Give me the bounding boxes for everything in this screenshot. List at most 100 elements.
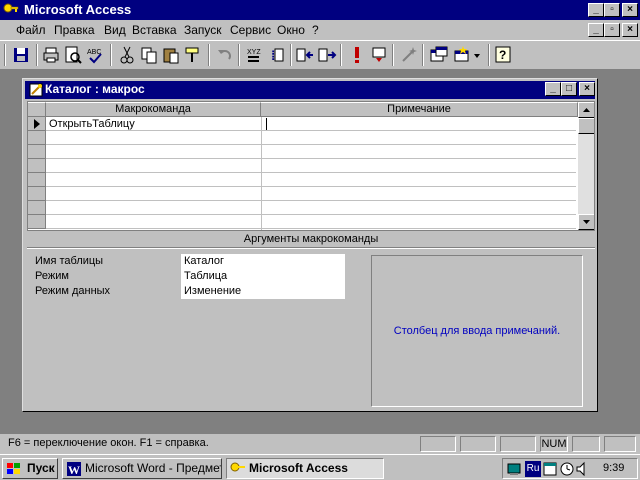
toolbar-separator [208, 44, 210, 66]
toolbar-grip [4, 44, 6, 66]
toolbar-separator [290, 44, 292, 66]
restore-button[interactable]: ▫ [604, 3, 620, 17]
close-button[interactable]: × [622, 3, 638, 17]
help-button[interactable]: ? [492, 44, 514, 66]
row-selector[interactable] [28, 173, 46, 187]
hint-panel: Столбец для ввода примечаний. [371, 255, 583, 407]
minimize-button[interactable]: _ [588, 3, 604, 17]
table-row[interactable] [46, 173, 576, 187]
clock[interactable]: 9:39 [603, 462, 624, 474]
status-bar: F6 = переключение окон. F1 = справка. NU… [0, 434, 640, 454]
scroll-up-button[interactable] [578, 102, 594, 118]
paste-button[interactable] [160, 44, 182, 66]
column-header-action[interactable]: Макрокоманда [46, 102, 261, 117]
action-cell[interactable]: ОткрытьТаблицу [49, 118, 135, 130]
network-icon[interactable] [507, 461, 523, 477]
arg-view-field[interactable]: Таблица [181, 269, 345, 284]
format-painter-icon [185, 47, 199, 62]
table-row[interactable] [46, 145, 576, 159]
row-selector-current[interactable] [28, 117, 46, 131]
menu-insert[interactable]: Вставка [132, 23, 177, 37]
column-header-note[interactable]: Примечание [261, 102, 578, 117]
database-window-button[interactable] [428, 44, 450, 66]
new-object-button[interactable] [452, 44, 482, 66]
single-step-button[interactable] [368, 44, 390, 66]
save-button[interactable] [10, 44, 32, 66]
status-panel [500, 436, 536, 452]
access-key-icon[interactable] [3, 2, 19, 18]
task-access-label: Microsoft Access [249, 461, 348, 475]
macro-grid[interactable]: Макрокоманда Примечание ОткрытьТаблицу [27, 101, 595, 231]
spelling-icon: ABC [87, 49, 102, 64]
menu-tools[interactable]: Сервис [230, 23, 271, 37]
svg-text:?: ? [499, 48, 506, 62]
insert-row-button[interactable] [294, 44, 316, 66]
macro-names-icon: XYZ [247, 49, 261, 62]
row-selector[interactable] [28, 201, 46, 215]
delete-row-button[interactable] [316, 44, 338, 66]
menu-view[interactable]: Вид [104, 23, 126, 37]
macro-names-button[interactable]: XYZ [243, 44, 265, 66]
save-icon [14, 48, 28, 62]
start-button[interactable]: Пуск [2, 458, 58, 479]
table-row[interactable]: ОткрытьТаблицу [46, 117, 576, 131]
table-row[interactable] [46, 215, 576, 229]
macro-minimize-button[interactable]: _ [545, 82, 561, 96]
print-button[interactable] [40, 44, 62, 66]
row-selector[interactable] [28, 145, 46, 159]
language-indicator[interactable]: Ru [525, 461, 541, 477]
speaker-icon[interactable] [575, 461, 591, 477]
task-access[interactable]: Microsoft Access [226, 458, 384, 479]
arrow-down-icon [583, 220, 590, 224]
macro-close-button[interactable]: × [579, 82, 595, 96]
menu-window[interactable]: Окно [277, 23, 305, 37]
text-cursor [266, 118, 267, 130]
copy-button[interactable] [138, 44, 160, 66]
table-row[interactable] [46, 131, 576, 145]
cut-icon [120, 46, 134, 64]
scheduler-icon[interactable] [543, 461, 559, 477]
macro-window: Каталог : макрос _ □ × Макрокоманда Прим… [22, 78, 598, 412]
clock-app-icon[interactable] [559, 461, 575, 477]
spelling-button[interactable]: ABC [84, 44, 106, 66]
grid-corner [28, 102, 46, 117]
arg-data-mode-field[interactable]: Изменение [181, 284, 345, 299]
print-preview-button[interactable] [62, 44, 84, 66]
current-row-arrow-icon [34, 119, 40, 129]
scroll-thumb[interactable] [578, 118, 594, 134]
svg-text:XYZ: XYZ [247, 49, 261, 56]
paste-icon [163, 48, 179, 64]
macro-window-title-bar[interactable]: Каталог : макрос _ □ × [25, 81, 595, 99]
toolbar-separator [422, 44, 424, 66]
menu-help[interactable]: ? [312, 23, 319, 37]
conditions-button[interactable]: ⁞ [266, 44, 288, 66]
table-row[interactable] [46, 159, 576, 173]
format-painter-button[interactable] [182, 44, 204, 66]
mdi-close-button[interactable]: × [622, 23, 638, 37]
svg-text:W: W [68, 463, 80, 477]
run-button[interactable] [346, 44, 368, 66]
note-cell[interactable] [264, 118, 544, 130]
build-button[interactable] [398, 44, 420, 66]
undo-icon [218, 50, 231, 60]
row-selector[interactable] [28, 159, 46, 173]
arguments-header: Аргументы макрокоманды [243, 233, 379, 245]
macro-maximize-button[interactable]: □ [561, 82, 577, 96]
task-word[interactable]: W Microsoft Word - Предмет... [62, 458, 222, 479]
arg-table-name-field[interactable]: Каталог [181, 254, 345, 269]
menu-file[interactable]: Файл [16, 23, 46, 37]
cut-button[interactable] [116, 44, 138, 66]
mdi-minimize-button[interactable]: _ [588, 23, 604, 37]
table-row[interactable] [46, 187, 576, 201]
mdi-restore-button[interactable]: ▫ [604, 23, 620, 37]
menu-edit[interactable]: Правка [54, 23, 95, 37]
menu-run[interactable]: Запуск [184, 23, 222, 37]
row-selector[interactable] [28, 215, 46, 229]
app-title-bar[interactable]: Microsoft Access _ ▫ × [0, 0, 640, 20]
table-row[interactable] [46, 201, 576, 215]
row-selector[interactable] [28, 187, 46, 201]
vertical-scrollbar[interactable] [578, 102, 594, 230]
row-selector[interactable] [28, 131, 46, 145]
scroll-down-button[interactable] [578, 214, 594, 230]
undo-button[interactable] [214, 44, 236, 66]
